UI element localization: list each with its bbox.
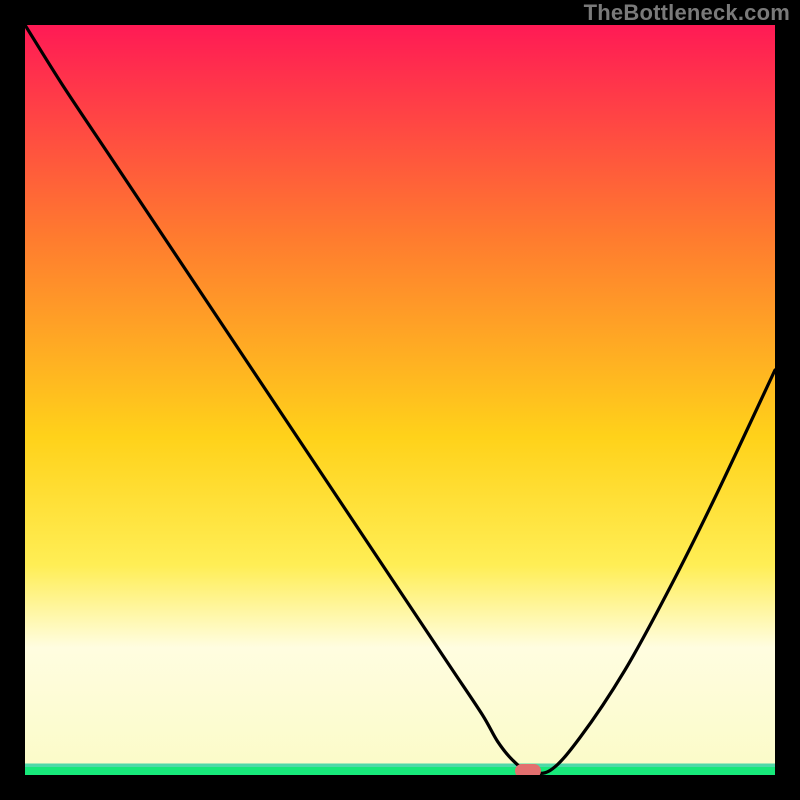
bottleneck-curve: [25, 25, 775, 775]
gradient-band: [25, 767, 775, 775]
watermark-text: TheBottleneck.com: [584, 0, 790, 26]
gradient-band: [25, 764, 775, 767]
plot-area: [25, 25, 775, 775]
chart-stage: TheBottleneck.com: [0, 0, 800, 800]
curve-path: [25, 25, 775, 773]
optimal-marker: [515, 764, 541, 776]
